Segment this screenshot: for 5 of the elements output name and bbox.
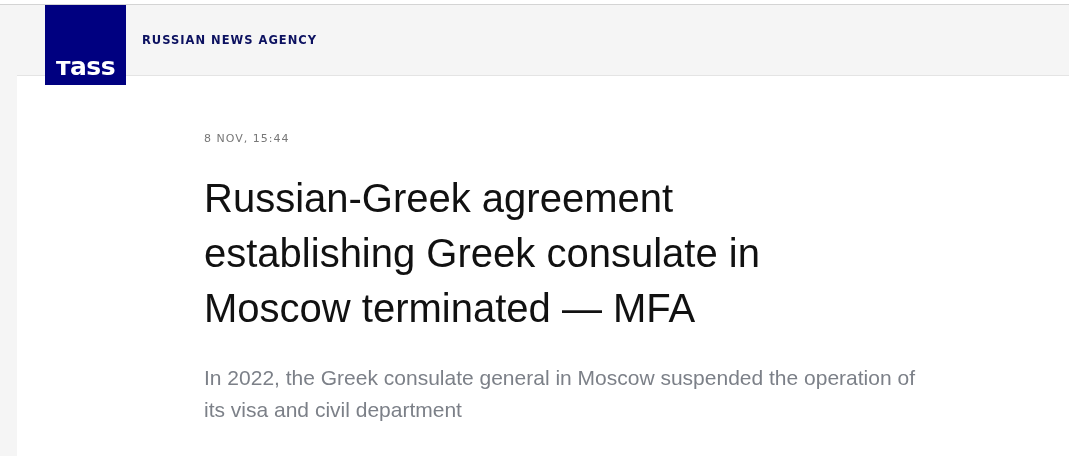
logo[interactable]: тass [45,5,126,85]
article-lead: In 2022, the Greek consulate general in Moscow suspended the operation of its visa and civil department [204,365,916,423]
tagline: RUSSIAN NEWS AGENCY [142,33,318,47]
article-headline: Russian-Greek agreement establishing Greek consulate in Moscow terminated — MFA [204,175,761,332]
article-date: 8 NOV, 15:44 [204,132,291,145]
